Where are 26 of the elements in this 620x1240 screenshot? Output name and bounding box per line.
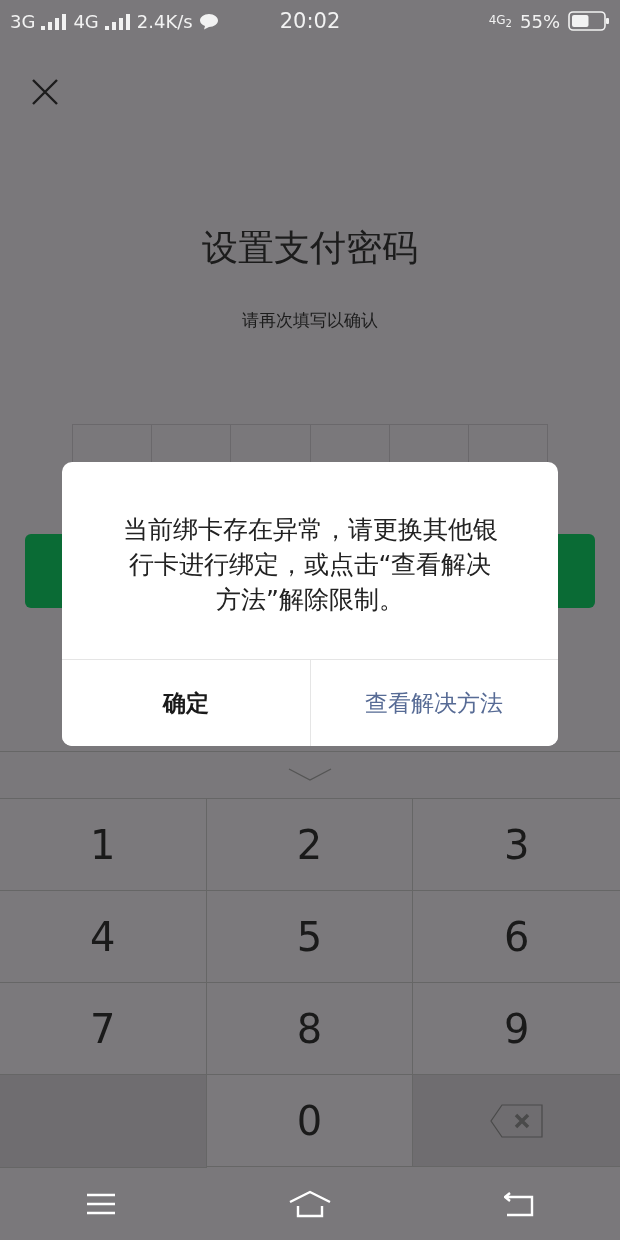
digit-key[interactable]: 5 xyxy=(206,891,414,983)
dialog-message: 当前绑卡存在异常，请更换其他银行卡进行绑定，或点击“查看解决方法”解除限制。 xyxy=(121,514,499,616)
signal-icon xyxy=(104,12,131,30)
network-label: 4G$_{2}$ xyxy=(488,12,512,30)
clock-time: 20:02 xyxy=(279,9,341,33)
digit-key[interactable]: 0 xyxy=(206,1075,414,1167)
home-icon[interactable] xyxy=(289,1190,331,1218)
back-icon[interactable] xyxy=(503,1191,534,1217)
speed-label: 2.4K/s xyxy=(136,10,193,32)
battery-icon xyxy=(568,11,610,31)
network-label: 3G xyxy=(10,10,36,32)
backspace-icon xyxy=(489,1103,544,1138)
chat-bubble-icon xyxy=(198,12,219,30)
digit-key[interactable]: 1 xyxy=(0,799,207,891)
signal-icon xyxy=(41,12,68,30)
close-icon[interactable] xyxy=(32,79,58,105)
page-subtitle: 请再次填写以确认 xyxy=(241,309,379,332)
network-label: 4G xyxy=(73,10,99,32)
page-title: 设置支付密码 xyxy=(201,226,419,270)
solution-link-button[interactable]: 查看解决方法 xyxy=(309,660,558,746)
digit-key[interactable]: 7 xyxy=(0,983,207,1075)
battery-percent: 55% xyxy=(520,10,560,32)
digit-key[interactable]: 4 xyxy=(0,891,207,983)
menu-icon[interactable] xyxy=(86,1193,117,1215)
digit-key[interactable]: 2 xyxy=(206,799,414,891)
digit-key[interactable]: 8 xyxy=(206,983,414,1075)
